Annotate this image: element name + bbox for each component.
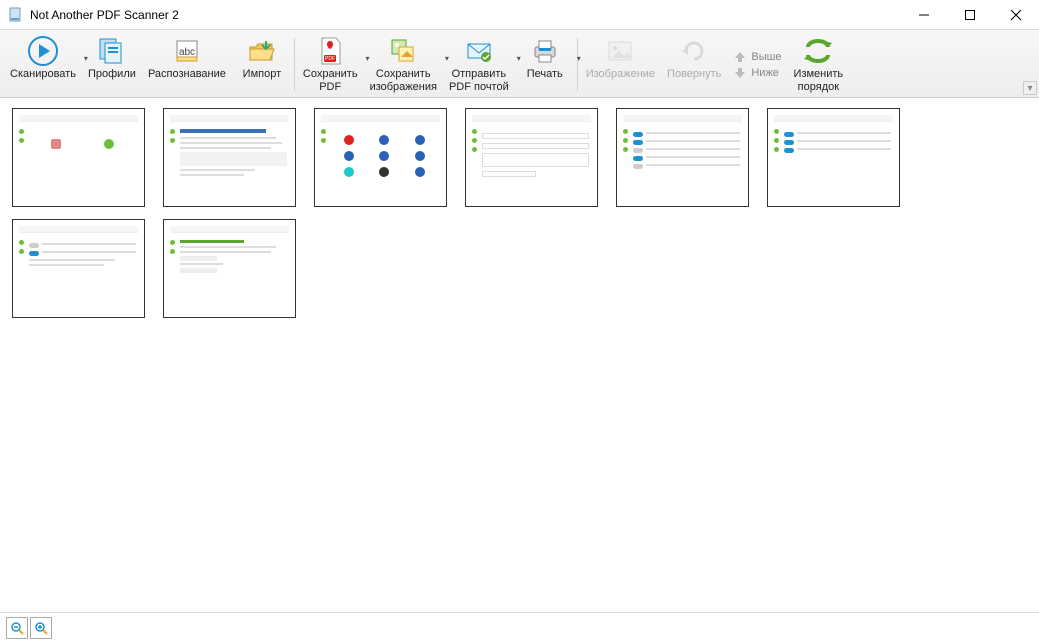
zoom-out-button[interactable] — [6, 617, 28, 639]
app-icon — [8, 7, 24, 23]
thumbnail-area — [0, 98, 1039, 612]
page-thumbnail[interactable] — [12, 219, 145, 318]
profiles-icon — [96, 34, 128, 68]
minimize-button[interactable] — [901, 0, 947, 30]
image-button: Изображение — [580, 32, 661, 97]
ocr-button[interactable]: abc Распознавание — [142, 32, 232, 97]
reorder-icon — [802, 34, 834, 68]
move-group: Выше Ниже — [727, 32, 787, 97]
scan-icon — [26, 34, 60, 68]
profiles-button[interactable]: Профили — [82, 32, 142, 97]
toolbar-expand-button[interactable]: ▾ — [1023, 81, 1037, 95]
page-thumbnail[interactable] — [616, 108, 749, 207]
rotate-button: Повернуть — [661, 32, 727, 97]
zoom-out-icon — [10, 621, 24, 635]
maximize-button[interactable] — [947, 0, 993, 30]
status-bar — [0, 612, 1039, 642]
page-thumbnail[interactable] — [465, 108, 598, 207]
svg-text:abc: abc — [179, 47, 195, 58]
window-title: Not Another PDF Scanner 2 — [30, 8, 179, 22]
close-button[interactable] — [993, 0, 1039, 30]
move-down-button: Ниже — [733, 66, 781, 80]
print-button[interactable]: Печать ▾ — [515, 32, 575, 97]
separator — [294, 38, 295, 91]
ocr-icon: abc — [171, 34, 203, 68]
svg-text:PDF: PDF — [325, 56, 335, 62]
title-bar: Not Another PDF Scanner 2 — [0, 0, 1039, 30]
save-images-button[interactable]: Сохранитьизображения ▾ — [364, 32, 443, 97]
page-thumbnail[interactable] — [163, 219, 296, 318]
page-thumbnail[interactable] — [767, 108, 900, 207]
zoom-in-button[interactable] — [30, 617, 52, 639]
rotate-icon — [678, 34, 710, 68]
page-thumbnail[interactable] — [163, 108, 296, 207]
reorder-button[interactable]: Изменитьпорядок — [788, 32, 850, 97]
image-icon — [604, 34, 636, 68]
send-pdf-button[interactable]: ОтправитьPDF почтой ▾ — [443, 32, 515, 97]
arrow-up-icon — [733, 50, 747, 64]
page-thumbnail[interactable] — [314, 108, 447, 207]
scan-button[interactable]: Сканировать ▾ — [4, 32, 82, 97]
zoom-in-icon — [34, 621, 48, 635]
images-icon — [387, 34, 419, 68]
pdf-icon: PDF — [314, 34, 346, 68]
save-pdf-button[interactable]: PDF СохранитьPDF ▾ — [297, 32, 364, 97]
arrow-down-icon — [733, 66, 747, 80]
move-up-button: Выше — [733, 50, 781, 64]
toolbar: Сканировать ▾ Профили abc Распознавание … — [0, 30, 1039, 98]
separator — [577, 38, 578, 91]
page-thumbnail[interactable] — [12, 108, 145, 207]
print-icon — [529, 34, 561, 68]
import-button[interactable]: Импорт — [232, 32, 292, 97]
mail-icon — [463, 34, 495, 68]
import-icon — [246, 34, 278, 68]
